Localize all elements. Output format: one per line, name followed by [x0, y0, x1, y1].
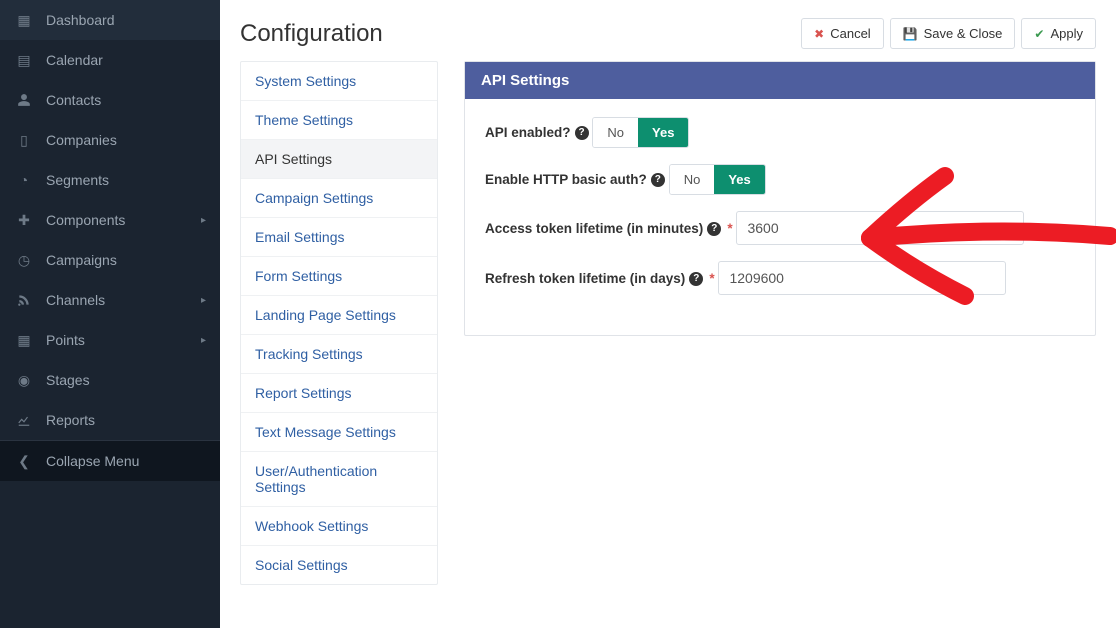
- chevron-right-icon: ▸: [201, 295, 206, 306]
- settings-nav-system[interactable]: System Settings: [241, 62, 437, 101]
- main-header: Configuration ✖ Cancel 💾 Save & Close ✔ …: [220, 0, 1116, 61]
- basic-auth-no[interactable]: No: [670, 165, 715, 194]
- sidebar-item-points[interactable]: ▦ Points ▸: [0, 320, 220, 360]
- basic-auth-yes[interactable]: Yes: [714, 165, 764, 194]
- settings-nav-api[interactable]: API Settings: [241, 140, 437, 179]
- sidebar-item-companies[interactable]: ▯ Companies: [0, 120, 220, 160]
- sidebar-item-reports[interactable]: Reports: [0, 400, 220, 440]
- api-enabled-label: API enabled? ?: [485, 125, 589, 140]
- sidebar-item-label: Stages: [46, 372, 90, 388]
- settings-nav-email[interactable]: Email Settings: [241, 218, 437, 257]
- basic-auth-toggle: No Yes: [669, 164, 766, 195]
- settings-nav-theme[interactable]: Theme Settings: [241, 101, 437, 140]
- sidebar-item-label: Segments: [46, 172, 109, 188]
- rss-icon: [16, 292, 32, 308]
- settings-nav-form[interactable]: Form Settings: [241, 257, 437, 296]
- settings-nav-tracking[interactable]: Tracking Settings: [241, 335, 437, 374]
- apply-label: Apply: [1050, 26, 1083, 41]
- access-token-label: Access token lifetime (in minutes) ? *: [485, 221, 733, 236]
- basic-auth-label: Enable HTTP basic auth? ?: [485, 172, 665, 187]
- calculator-icon: ▦: [16, 332, 32, 348]
- settings-nav-user-auth[interactable]: User/Authentication Settings: [241, 452, 437, 507]
- api-enabled-toggle: No Yes: [592, 117, 689, 148]
- chevron-left-icon: ❮: [16, 453, 32, 469]
- api-enabled-no[interactable]: No: [593, 118, 638, 147]
- actions: ✖ Cancel 💾 Save & Close ✔ Apply: [801, 18, 1096, 49]
- chevron-right-icon: ▸: [201, 335, 206, 346]
- apply-button[interactable]: ✔ Apply: [1021, 18, 1096, 49]
- save-icon: 💾: [903, 27, 918, 41]
- access-token-input[interactable]: [736, 211, 1024, 245]
- basic-auth-group: Enable HTTP basic auth? ? No Yes: [485, 164, 1075, 195]
- sidebar-item-label: Contacts: [46, 92, 101, 108]
- settings-nav: System Settings Theme Settings API Setti…: [240, 61, 438, 585]
- sidebar-item-contacts[interactable]: Contacts: [0, 80, 220, 120]
- main: Configuration ✖ Cancel 💾 Save & Close ✔ …: [220, 0, 1116, 628]
- clock-icon: ◷: [16, 252, 32, 268]
- sidebar-item-dashboard[interactable]: ▦ Dashboard: [0, 0, 220, 40]
- sidebar-collapse-label: Collapse Menu: [46, 453, 139, 469]
- required-indicator: *: [709, 271, 714, 286]
- settings-nav-social[interactable]: Social Settings: [241, 546, 437, 584]
- panel-header: API Settings: [465, 62, 1095, 99]
- help-icon[interactable]: ?: [707, 222, 721, 236]
- sidebar-item-label: Companies: [46, 132, 117, 148]
- settings-nav-campaign[interactable]: Campaign Settings: [241, 179, 437, 218]
- pie-icon: ◔: [16, 172, 32, 188]
- sidebar-item-components[interactable]: ✚ Components ▸: [0, 200, 220, 240]
- panel-body: API enabled? ? No Yes Enable HTTP basic …: [465, 99, 1095, 335]
- content-row: System Settings Theme Settings API Setti…: [220, 61, 1116, 605]
- help-icon[interactable]: ?: [689, 272, 703, 286]
- user-icon: [16, 92, 32, 108]
- help-icon[interactable]: ?: [575, 126, 589, 140]
- refresh-token-input[interactable]: [718, 261, 1006, 295]
- sidebar-item-label: Calendar: [46, 52, 103, 68]
- check-icon: ✔: [1034, 27, 1044, 41]
- chevron-right-icon: ▸: [201, 215, 206, 226]
- page-title: Configuration: [240, 20, 383, 48]
- access-token-group: Access token lifetime (in minutes) ? *: [485, 211, 1075, 245]
- refresh-token-group: Refresh token lifetime (in days) ? *: [485, 261, 1075, 295]
- sidebar-item-label: Reports: [46, 412, 95, 428]
- close-icon: ✖: [814, 27, 824, 41]
- cancel-button[interactable]: ✖ Cancel: [801, 18, 884, 49]
- required-indicator: *: [727, 221, 732, 236]
- api-enabled-group: API enabled? ? No Yes: [485, 117, 1075, 148]
- settings-nav-text[interactable]: Text Message Settings: [241, 413, 437, 452]
- sidebar-item-campaigns[interactable]: ◷ Campaigns: [0, 240, 220, 280]
- settings-nav-webhook[interactable]: Webhook Settings: [241, 507, 437, 546]
- puzzle-icon: ✚: [16, 212, 32, 228]
- sidebar-item-segments[interactable]: ◔ Segments: [0, 160, 220, 200]
- sidebar-collapse[interactable]: ❮ Collapse Menu: [0, 440, 220, 481]
- save-close-button[interactable]: 💾 Save & Close: [890, 18, 1016, 49]
- save-close-label: Save & Close: [924, 26, 1003, 41]
- sidebar-item-channels[interactable]: Channels ▸: [0, 280, 220, 320]
- help-icon[interactable]: ?: [651, 173, 665, 187]
- sidebar-item-label: Dashboard: [46, 12, 115, 28]
- sidebar-item-label: Channels: [46, 292, 105, 308]
- sidebar-item-label: Campaigns: [46, 252, 117, 268]
- api-settings-panel: API Settings API enabled? ? No Yes: [464, 61, 1096, 336]
- api-enabled-yes[interactable]: Yes: [638, 118, 688, 147]
- grid-icon: ▦: [16, 12, 32, 28]
- sidebar-item-label: Points: [46, 332, 85, 348]
- calendar-icon: ▤: [16, 52, 32, 68]
- chart-icon: [16, 412, 32, 428]
- cancel-label: Cancel: [830, 26, 870, 41]
- sidebar-item-calendar[interactable]: ▤ Calendar: [0, 40, 220, 80]
- gauge-icon: ◉: [16, 372, 32, 388]
- sidebar-item-label: Components: [46, 212, 125, 228]
- sidebar-item-stages[interactable]: ◉ Stages: [0, 360, 220, 400]
- refresh-token-label: Refresh token lifetime (in days) ? *: [485, 271, 715, 286]
- settings-nav-landing[interactable]: Landing Page Settings: [241, 296, 437, 335]
- settings-nav-report[interactable]: Report Settings: [241, 374, 437, 413]
- sidebar: ▦ Dashboard ▤ Calendar Contacts ▯ Compan…: [0, 0, 220, 628]
- building-icon: ▯: [16, 132, 32, 148]
